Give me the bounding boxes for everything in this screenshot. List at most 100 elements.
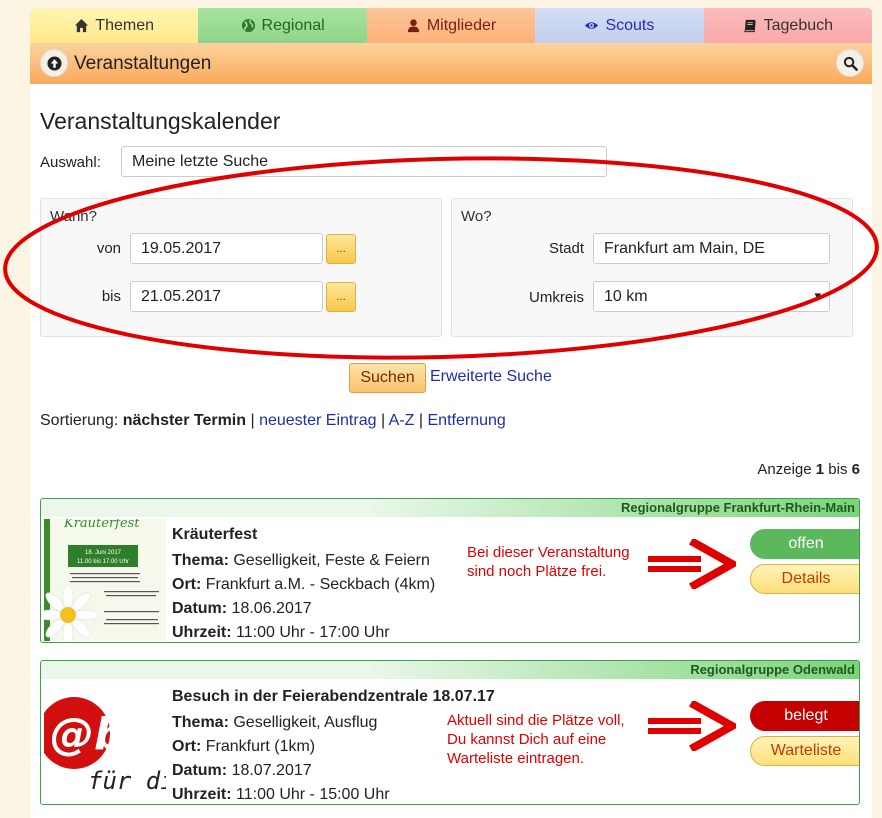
- ort-label: Ort:: [172, 738, 202, 755]
- auswahl-label: Auswahl:: [40, 154, 101, 171]
- sort-separator: |: [418, 412, 424, 429]
- uhrzeit-value: 11:00 Uhr - 17:00 Uhr: [236, 624, 390, 641]
- tab-scouts[interactable]: Scouts: [535, 8, 704, 43]
- sort-label: Sortierung:: [40, 412, 119, 429]
- event-ort: Ort: Frankfurt a.M. - Seckbach (4km): [172, 573, 435, 597]
- globe-icon: [241, 18, 255, 33]
- details-button[interactable]: Details: [750, 564, 859, 594]
- von-date-value: 19.05.2017: [141, 240, 222, 257]
- wo-title: Wo?: [461, 208, 492, 225]
- event-group-label: Regionalgruppe Odenwald: [41, 661, 859, 679]
- thema-label: Thema:: [172, 714, 229, 731]
- page-title: Veranstaltungskalender: [40, 108, 281, 134]
- event-datum: Datum: 18.06.2017: [172, 597, 435, 621]
- sort-bar: Sortierung: nächster Termin | neuester E…: [40, 412, 506, 430]
- result-count-to: 6: [851, 461, 860, 478]
- bis-date-input[interactable]: 21.05.2017: [130, 281, 323, 312]
- thema-label: Thema:: [172, 552, 229, 569]
- annotation-arrow-icon: [648, 539, 736, 589]
- tab-label: Mitglieder: [426, 16, 497, 34]
- stadt-value: Frankfurt am Main, DE: [604, 240, 765, 257]
- tab-themen[interactable]: Themen: [30, 8, 199, 43]
- uhrzeit-label: Uhrzeit:: [172, 786, 232, 803]
- datum-value: 18.07.2017: [231, 762, 312, 779]
- tab-label: Themen: [95, 16, 155, 34]
- von-date-input[interactable]: 19.05.2017: [130, 233, 323, 264]
- von-date-picker-button[interactable]: ...: [326, 234, 356, 264]
- auswahl-select[interactable]: Meine letzte Suche: [121, 146, 607, 177]
- eye-icon: [585, 22, 599, 29]
- section-title: Veranstaltungen: [74, 53, 212, 74]
- event-card: Regionalgruppe Frankfurt-Rhein-Main Kräu…: [40, 498, 860, 643]
- bis-date-picker-button[interactable]: ...: [326, 282, 356, 312]
- result-count-from: 1: [815, 461, 825, 478]
- result-count-mid: bis: [828, 461, 848, 478]
- event-info: Kräuterfest Thema: Geselligkeit, Feste &…: [172, 523, 435, 642]
- uhrzeit-value: 11:00 Uhr - 15:00 Uhr: [236, 786, 390, 803]
- datum-label: Datum:: [172, 600, 228, 617]
- von-label: von: [96, 240, 121, 257]
- tab-tagebuch[interactable]: Tagebuch: [703, 8, 873, 43]
- search-icon: [843, 56, 858, 71]
- user-icon: [407, 19, 419, 33]
- advanced-search-link[interactable]: Erweiterte Suche: [430, 368, 552, 386]
- event-uhrzeit: Uhrzeit: 11:00 Uhr - 17:00 Uhr: [172, 621, 435, 642]
- flyer-date: 18. Juni 2017: [85, 550, 122, 556]
- event-title[interactable]: Kräuterfest: [172, 523, 435, 547]
- annotation-arrow-icon: [648, 701, 736, 751]
- search-button[interactable]: [836, 49, 864, 77]
- stadt-label: Stadt: [548, 240, 584, 257]
- tab-regional[interactable]: Regional: [198, 8, 367, 43]
- sort-newest-link[interactable]: neuester Eintrag: [259, 412, 376, 429]
- uhrzeit-label: Uhrzeit:: [172, 624, 232, 641]
- result-count: Anzeige 1 bis 6: [757, 461, 860, 478]
- ort-value: Frankfurt a.M. - Seckbach (4km): [205, 576, 436, 593]
- event-thumbnail[interactable]: Kräuterfest 18. Juni 2017 11.00 bis 17.0…: [44, 519, 166, 641]
- note-line: Bei dieser Veranstaltung: [467, 544, 630, 561]
- app-window: Themen Regional Mitglieder Scouts Tagebu…: [30, 8, 873, 818]
- sort-az-link[interactable]: A-Z: [389, 412, 415, 429]
- sort-separator: |: [250, 412, 255, 429]
- back-up-button[interactable]: [40, 49, 68, 77]
- wann-title: Wann?: [50, 208, 97, 225]
- umkreis-select[interactable]: 10 km: [593, 281, 830, 312]
- note-line: sind noch Plätze frei.: [467, 563, 607, 580]
- flyer-image: Kräuterfest 18. Juni 2017 11.00 bis 17.0…: [44, 519, 166, 641]
- ort-value: Frankfurt (1km): [205, 738, 316, 755]
- event-card: Regionalgruppe Odenwald @be für die Besu…: [40, 660, 860, 805]
- book-icon: [744, 19, 756, 33]
- event-title[interactable]: Besuch in der Feierabendzentrale 18.07.1…: [172, 685, 495, 709]
- auswahl-value: Meine letzte Suche: [132, 153, 269, 170]
- main-nav: Themen Regional Mitglieder Scouts Tagebu…: [30, 8, 873, 43]
- datum-label: Datum:: [172, 762, 228, 779]
- arrow-up-icon: [46, 55, 62, 71]
- ort-label: Ort:: [172, 576, 202, 593]
- tab-label: Scouts: [605, 16, 655, 34]
- search-submit-button[interactable]: Suchen: [349, 363, 426, 393]
- organizer-logo: @be für die: [44, 681, 166, 803]
- tab-label: Tagebuch: [763, 16, 834, 34]
- annotation-note: Aktuell sind die Plätze voll, Du kannst …: [447, 711, 625, 768]
- event-thumbnail[interactable]: @be für die: [44, 681, 166, 803]
- waitlist-button[interactable]: Warteliste: [750, 736, 859, 766]
- note-line: Du kannst Dich auf eine: [447, 731, 607, 748]
- note-line: Warteliste eintragen.: [447, 750, 585, 767]
- tab-mitglieder[interactable]: Mitglieder: [366, 8, 536, 43]
- section-header: Veranstaltungen: [30, 43, 872, 84]
- event-uhrzeit: Uhrzeit: 11:00 Uhr - 15:00 Uhr: [172, 783, 495, 804]
- bis-label: bis: [101, 288, 121, 305]
- stadt-input[interactable]: Frankfurt am Main, DE: [593, 233, 830, 264]
- status-badge: offen: [750, 529, 859, 559]
- umkreis-label: Umkreis: [529, 289, 584, 306]
- result-count-prefix: Anzeige: [757, 461, 812, 478]
- sort-distance-link[interactable]: Entfernung: [428, 412, 506, 429]
- flyer-title: Kräuterfest: [63, 519, 140, 531]
- datum-value: 18.06.2017: [231, 600, 312, 617]
- home-icon: [75, 18, 89, 33]
- wann-panel: Wann? von 19.05.2017 ... bis 21.05.2017 …: [40, 198, 442, 337]
- flyer-time: 11.00 bis 17.00 Uhr: [77, 559, 129, 565]
- thema-value: Geselligkeit, Feste & Feiern: [233, 552, 430, 569]
- sort-active: nächster Termin: [122, 412, 247, 429]
- logo-subtext: für die: [88, 767, 166, 795]
- sort-separator: |: [380, 412, 386, 429]
